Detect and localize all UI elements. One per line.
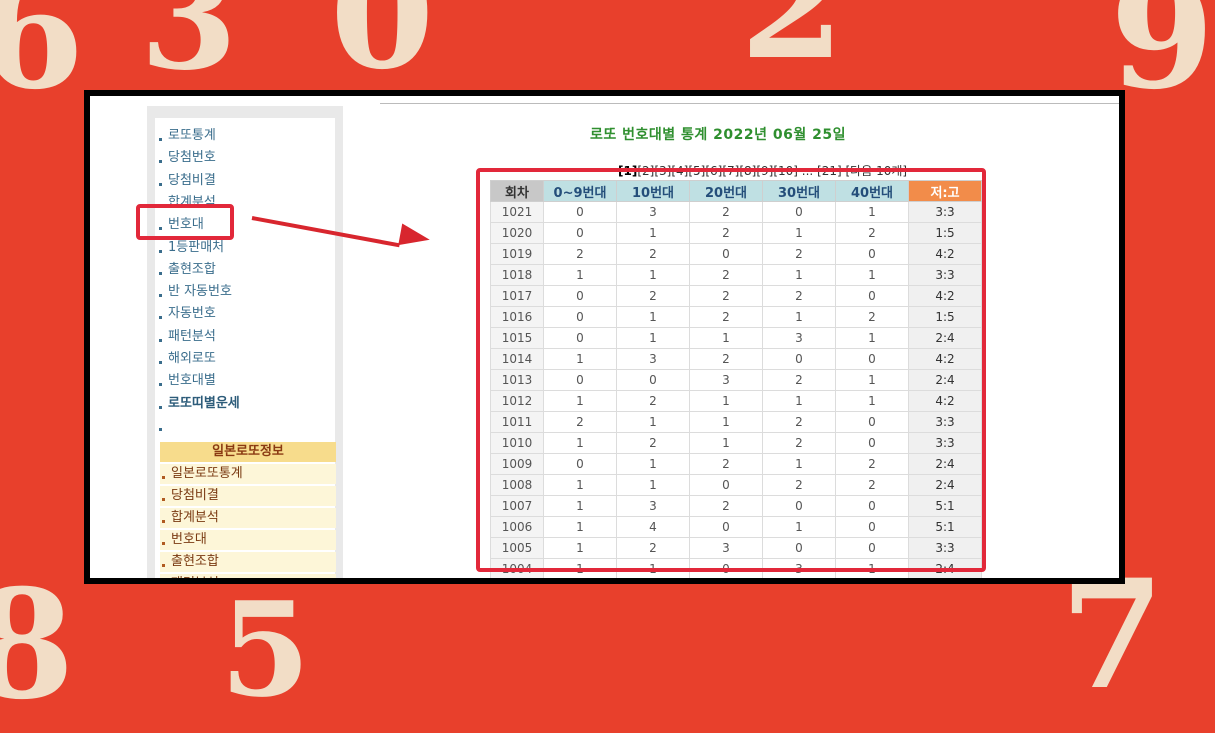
japan-sidebar-item-label: 합계분석 — [171, 510, 219, 525]
sidebar-item-label: 반 자동번호 — [168, 284, 232, 300]
wooden-digit: 6 — [0, 0, 85, 123]
bullet-icon — [159, 418, 168, 433]
sidebar-item-label: 출현조합 — [168, 261, 216, 277]
highlight-sidebar-item — [136, 204, 234, 240]
sidebar-item[interactable]: 반 자동번호 — [159, 280, 232, 299]
wooden-digit: 9 — [1110, 0, 1215, 123]
japan-sidebar-item[interactable]: 일본로또통계 — [160, 464, 336, 484]
bullet-icon — [159, 271, 162, 275]
sidebar-item-label: 당첨번호 — [168, 150, 216, 166]
sidebar-item[interactable]: 해외로또 — [159, 347, 216, 366]
sidebar-item-label: 1등판매처 — [168, 239, 225, 255]
bullet-icon — [159, 405, 162, 409]
sidebar-item[interactable]: 로또통계 — [159, 124, 216, 143]
bullet-icon — [159, 182, 162, 186]
sidebar-item-label: 패턴분석 — [168, 328, 216, 344]
sidebar-item[interactable]: 당첨번호 — [159, 146, 216, 165]
sidebar-item[interactable]: 당첨비결 — [159, 169, 216, 188]
japan-sidebar-item[interactable]: 패턴분석 — [160, 574, 336, 578]
sidebar-menu: 일본로또정보 로또통계 당첨번호 당첨비결 합계분석 번호대 1등판매처 출현조합 반 자동번… — [155, 118, 336, 578]
highlight-stats-table — [476, 168, 986, 572]
bullet-icon — [159, 160, 162, 164]
sidebar-item-label: 해외로또 — [168, 351, 216, 366]
wooden-digit: 0 — [330, 0, 435, 103]
wooden-digit: 8 — [0, 557, 75, 733]
bullet-icon — [162, 498, 165, 501]
japan-sidebar-item-label: 일본로또통계 — [171, 466, 243, 481]
bullet-icon — [159, 383, 162, 387]
bullet-icon — [159, 249, 162, 253]
bullet-icon — [159, 316, 162, 320]
wooden-digit: 5 — [220, 573, 311, 726]
bullet-icon — [162, 520, 165, 523]
sidebar-item[interactable]: 로또띠별운세 — [159, 392, 240, 411]
wooden-digit: 3 — [140, 0, 238, 102]
sidebar-item-label: 자동번호 — [168, 306, 216, 322]
sidebar: 일본로또정보 로또통계 당첨번호 당첨비결 합계분석 번호대 1등판매처 출현조합 반 자동번… — [147, 106, 343, 578]
bullet-icon — [159, 338, 162, 342]
sidebar-item-label: 당첨비결 — [168, 172, 216, 188]
japan-lotto-header: 일본로또정보 — [160, 442, 336, 462]
wooden-digit: 2 — [740, 0, 845, 93]
sidebar-item[interactable]: 자동번호 — [159, 302, 216, 321]
japan-sidebar-item[interactable]: 출현조합 — [160, 552, 336, 572]
bullet-icon — [162, 542, 165, 545]
sidebar-item-label: 로또띠별운세 — [168, 395, 240, 411]
japan-sidebar-item-label: 패턴분석 — [171, 576, 219, 578]
japan-sidebar-item-label: 당첨비결 — [171, 488, 219, 503]
bullet-icon — [162, 476, 165, 479]
sidebar-item[interactable]: 번호대별 — [159, 369, 216, 388]
bullet-icon — [162, 564, 165, 567]
bullet-icon — [159, 138, 162, 141]
japan-sidebar-item-label: 번호대 — [171, 532, 207, 547]
sidebar-item-label: 로또통계 — [168, 128, 216, 143]
sidebar-item[interactable]: 출현조합 — [159, 258, 216, 277]
page-title: 로또 번호대별 통계 2022년 06월 25일 — [590, 127, 846, 143]
japan-sidebar-item[interactable]: 당첨비결 — [160, 486, 336, 506]
sidebar-item[interactable]: 패턴분석 — [159, 325, 216, 344]
bullet-icon — [159, 361, 162, 364]
divider — [380, 103, 1119, 104]
japan-sidebar-item[interactable]: 합계분석 — [160, 508, 336, 528]
sidebar-item-label: 번호대별 — [168, 373, 216, 389]
japan-sidebar-item-label: 출현조합 — [171, 554, 219, 569]
bullet-icon — [159, 294, 162, 298]
japan-sidebar-item[interactable]: 번호대 — [160, 530, 336, 550]
